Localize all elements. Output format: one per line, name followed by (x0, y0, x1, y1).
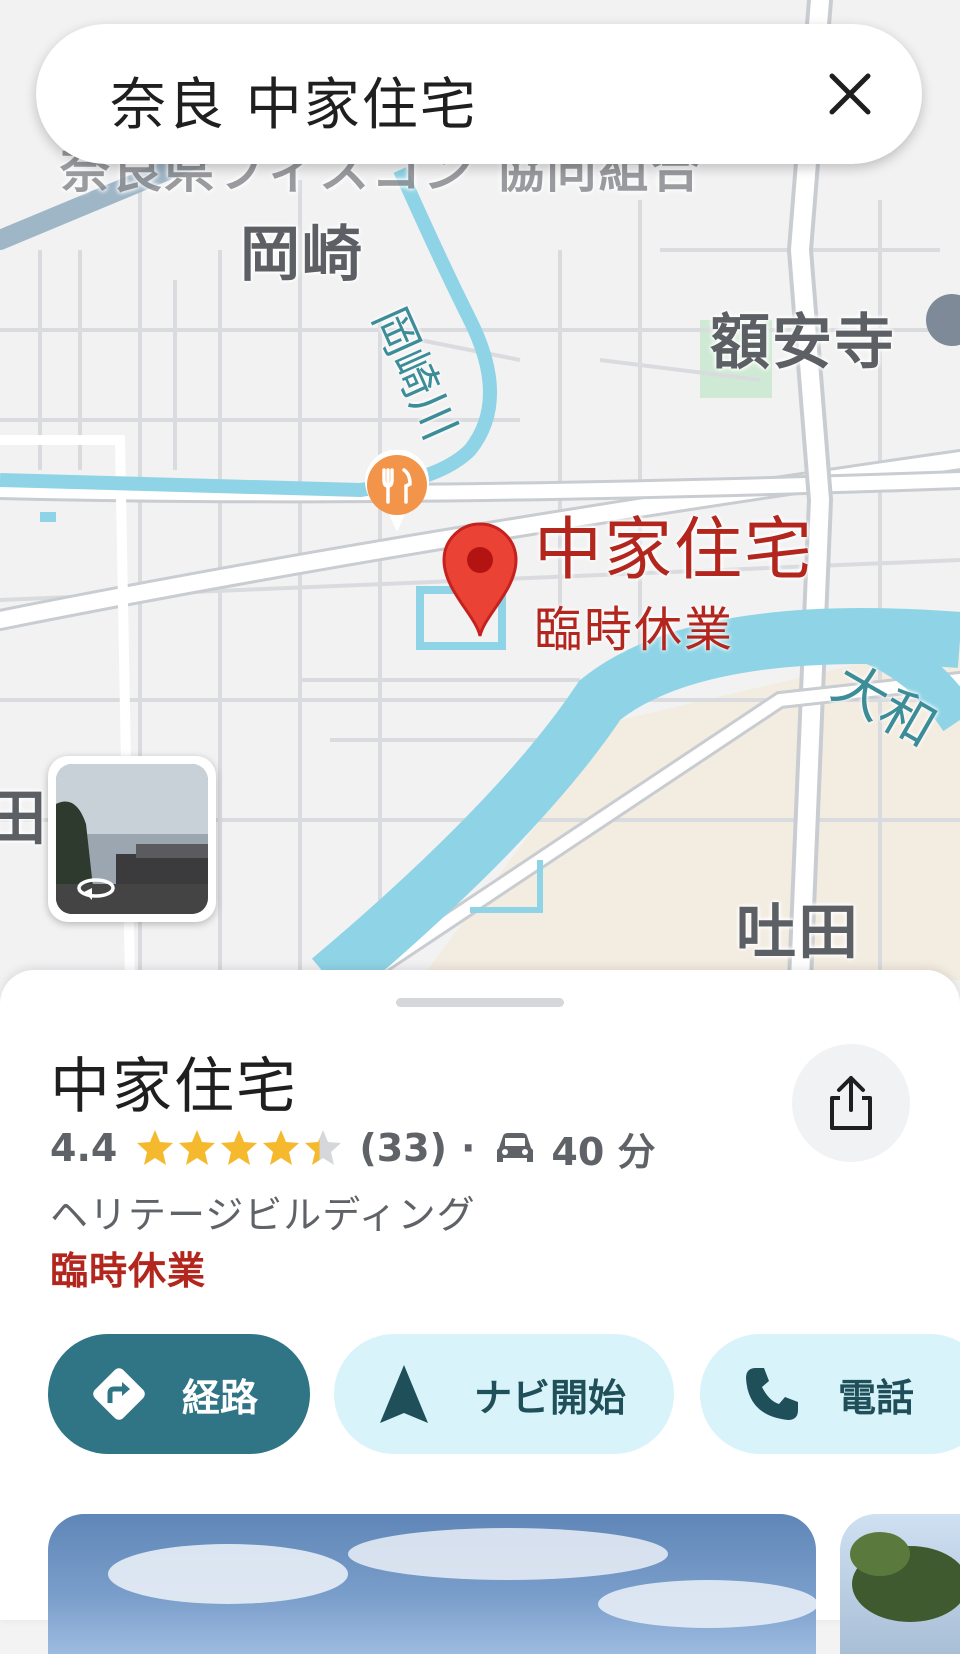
star-icon (263, 1130, 300, 1165)
search-query[interactable]: 奈良 中家住宅 (110, 60, 478, 141)
call-label: 電話 (838, 1375, 915, 1420)
star-icon (221, 1130, 258, 1165)
map-place-status: 臨時休業 (534, 602, 735, 658)
call-button[interactable]: 電話 (700, 1334, 960, 1454)
place-category: ヘリテージビルディング (50, 1193, 476, 1237)
directions-icon (93, 1368, 145, 1420)
car-icon (497, 1133, 534, 1162)
place-photo[interactable] (48, 1514, 816, 1654)
place-pin[interactable] (440, 520, 520, 638)
share-icon (830, 1076, 872, 1130)
map-label-okazaki[interactable]: 岡崎 (240, 206, 364, 293)
navigation-label: ナビ開始 (474, 1375, 627, 1420)
map-pin-icon (442, 522, 518, 637)
rating-stars (135, 1128, 345, 1168)
place-photo-secondary[interactable] (840, 1514, 960, 1654)
share-button[interactable] (792, 1044, 910, 1162)
directions-button[interactable]: 経路 (48, 1334, 310, 1454)
map-label-handa[interactable]: 吐田 (736, 884, 860, 971)
phone-icon (746, 1368, 798, 1420)
start-navigation-button[interactable]: ナビ開始 (334, 1334, 674, 1454)
rating-value: 4.4 (50, 1126, 118, 1170)
separator: · (460, 1126, 476, 1170)
close-icon (829, 73, 871, 115)
star-icon (179, 1130, 216, 1165)
review-count[interactable]: (33) (359, 1126, 447, 1170)
travel-time: 40 分 (551, 1129, 656, 1174)
restaurant-icon (365, 450, 429, 532)
map-place-name[interactable]: 中家住宅 (534, 514, 814, 588)
map-label-edge: 田 (0, 784, 48, 854)
search-bar[interactable]: 奈良 中家住宅 (36, 24, 922, 164)
sheet-drag-handle[interactable] (396, 998, 564, 1007)
place-status: 臨時休業 (50, 1249, 207, 1293)
place-title: 中家住宅 (50, 1052, 298, 1122)
star-icon (137, 1130, 174, 1165)
street-view-rotate-icon (77, 878, 115, 900)
navigation-arrow-icon (380, 1365, 428, 1423)
clear-search-button[interactable] (814, 58, 886, 130)
map-label-gakuanji[interactable]: 額安寺 (710, 294, 896, 381)
street-view-image (56, 764, 208, 914)
rating-row[interactable]: 4.4 (33) · 40 分 (50, 1122, 656, 1174)
street-view-thumbnail[interactable] (48, 756, 216, 922)
directions-label: 経路 (182, 1375, 259, 1420)
star-icon (305, 1130, 342, 1165)
restaurant-marker[interactable] (362, 450, 432, 534)
